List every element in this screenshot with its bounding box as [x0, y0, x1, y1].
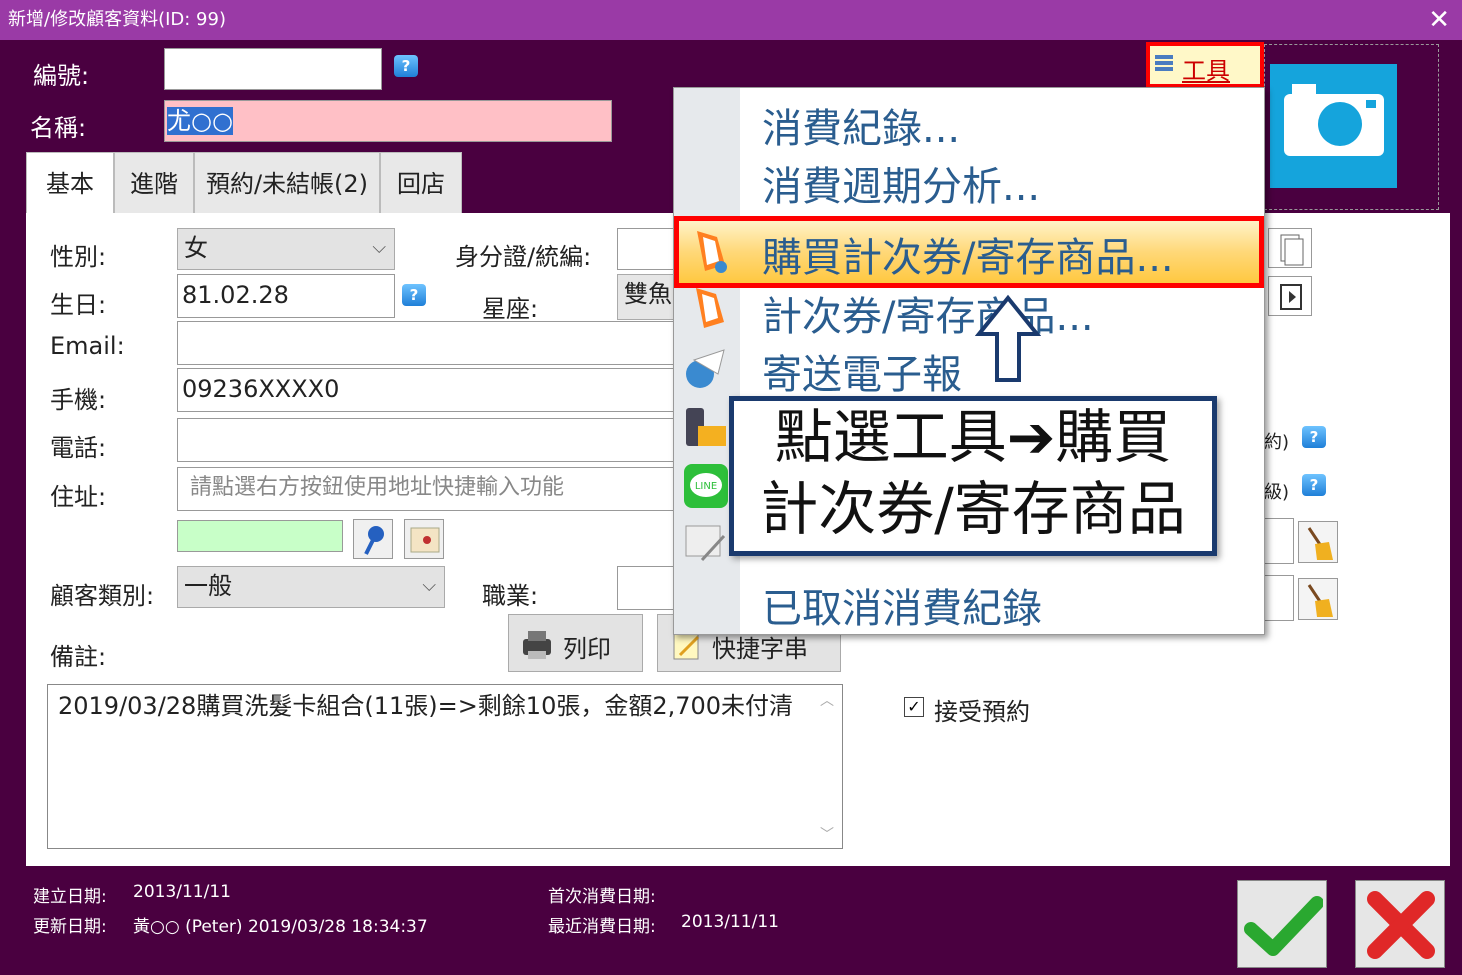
up-arrow-icon	[974, 294, 1042, 384]
id-label: 編號:	[33, 62, 90, 90]
callout-line-1: 點選工具➔購買	[774, 403, 1172, 471]
print-button[interactable]: 列印	[508, 614, 643, 672]
menu-item-cancelled-records[interactable]: 已取消消費紀錄	[762, 576, 1042, 634]
accept-booking-checkbox[interactable]: ✓	[904, 697, 924, 717]
menu-item-buy-ticket-label: 購買計次券/寄存商品...	[762, 235, 1174, 281]
postal-code-input[interactable]	[177, 520, 343, 552]
window-title: 新增/修改顧客資料(ID: 99)	[0, 0, 1462, 40]
gender-value: 女	[184, 234, 208, 262]
job-label: 職業:	[482, 582, 539, 610]
export-icon[interactable]	[1268, 276, 1312, 316]
confirm-button[interactable]	[1237, 880, 1327, 968]
first-consume-label: 首次消費日期:	[548, 887, 656, 907]
phone-label: 電話:	[50, 434, 107, 462]
last-consume-value: 2013/11/11	[681, 912, 779, 932]
phone-input[interactable]	[177, 418, 677, 462]
scroll-down-icon[interactable]: ﹀	[820, 824, 834, 843]
menu-item-newsletter[interactable]: 寄送電子報	[762, 342, 962, 400]
accept-booking-label: 接受預約	[934, 698, 1030, 726]
check-icon	[1243, 887, 1324, 963]
cross-icon	[1361, 887, 1441, 963]
id-card-input[interactable]	[617, 228, 677, 270]
broom-icon[interactable]	[1298, 578, 1338, 620]
menu-item-buy-ticket[interactable]: 購買計次券/寄存商品...	[674, 216, 1264, 288]
category-select[interactable]: 一般 ⌵	[177, 566, 445, 608]
edit-form-icon	[682, 520, 730, 568]
close-icon[interactable]: ✕	[1428, 0, 1450, 40]
help-icon[interactable]: ?	[394, 55, 418, 77]
menu-item-cycle-analysis[interactable]: 消費週期分析...	[762, 154, 1040, 212]
cancel-button[interactable]	[1355, 880, 1445, 968]
address-input[interactable]: 請點選右方按鈕使用地址快捷輸入功能	[177, 467, 677, 511]
camera-icon[interactable]	[1270, 64, 1397, 188]
ticket-cart-icon	[683, 227, 731, 275]
note-textarea[interactable]: 2019/03/28購買洗髮卡組合(11張)=>剩餘10張，金額2,700未付清	[47, 684, 843, 849]
tab-basic[interactable]: 基本	[26, 152, 114, 214]
partial-label-2: 級)	[1264, 482, 1290, 503]
print-button-label: 列印	[563, 635, 611, 663]
instruction-callout: 點選工具➔購買 計次券/寄存商品	[729, 396, 1217, 556]
map-pin-icon[interactable]	[353, 519, 393, 559]
id-card-label: 身分證/統編:	[455, 243, 592, 271]
map-icon[interactable]	[404, 519, 444, 559]
job-input[interactable]	[617, 566, 677, 610]
line-icon: LINE	[682, 462, 730, 510]
tools-menu-button[interactable]: 工具	[1146, 42, 1264, 88]
email-newsletter-icon	[682, 342, 730, 390]
line-icon-text: LINE	[695, 481, 717, 492]
mobile-input[interactable]: 09236XXXX0	[177, 368, 677, 412]
email-label: Email:	[50, 332, 125, 360]
tab-return[interactable]: 回店	[380, 152, 462, 214]
address-label: 住址:	[50, 483, 107, 511]
sms-phone-icon	[682, 404, 730, 452]
broom-icon[interactable]	[1298, 521, 1338, 563]
zodiac-select[interactable]: 雙魚	[617, 274, 677, 320]
chevron-down-icon: ⌵	[422, 575, 436, 596]
help-icon[interactable]: ?	[1302, 474, 1326, 496]
name-label: 名稱:	[30, 114, 87, 142]
name-selected-text: 尤○○	[167, 107, 233, 135]
callout-line-2: 計次券/寄存商品	[760, 475, 1186, 543]
menu-list-icon	[1154, 53, 1174, 73]
note-text: 2019/03/28購買洗髮卡組合(11張)=>剩餘10張，金額2,700未付清	[58, 692, 794, 720]
scroll-up-icon[interactable]: ︿	[820, 690, 834, 709]
tab-advanced[interactable]: 進階	[114, 152, 194, 214]
id-input[interactable]	[164, 48, 382, 90]
category-label: 顧客類別:	[50, 582, 155, 610]
last-consume-label: 最近消費日期:	[548, 917, 656, 937]
updated-date-value: 黃○○ (Peter) 2019/03/28 18:34:37	[133, 917, 428, 937]
mobile-label: 手機:	[50, 386, 107, 414]
gender-label: 性別:	[50, 243, 107, 271]
created-date-label: 建立日期:	[33, 887, 107, 907]
document-icon[interactable]	[1268, 228, 1312, 268]
category-value: 一般	[184, 572, 232, 600]
tools-menu-label: 工具	[1182, 57, 1230, 85]
name-input[interactable]: 尤○○	[164, 100, 612, 142]
zodiac-label: 星座:	[482, 295, 539, 323]
menu-item-consumption-record[interactable]: 消費紀錄...	[762, 96, 960, 154]
menu-item-ticket-storage[interactable]: 計次券/寄存商品...	[762, 284, 1094, 342]
gender-select[interactable]: 女 ⌵	[177, 228, 395, 270]
created-date-value: 2013/11/11	[133, 882, 231, 902]
help-icon[interactable]: ?	[1302, 426, 1326, 448]
note-label: 備註:	[50, 643, 107, 671]
birthday-label: 生日:	[50, 291, 107, 319]
birthday-input[interactable]: 81.02.28	[177, 274, 395, 318]
updated-date-label: 更新日期:	[33, 917, 107, 937]
email-input[interactable]	[177, 321, 677, 365]
help-icon[interactable]: ?	[402, 284, 426, 306]
chevron-down-icon: ⌵	[372, 237, 386, 258]
tab-booking[interactable]: 預約/未結帳(2)	[194, 152, 380, 214]
printer-icon	[519, 627, 555, 661]
partial-label-1: 約)	[1264, 432, 1290, 453]
ticket-icon	[682, 284, 730, 332]
